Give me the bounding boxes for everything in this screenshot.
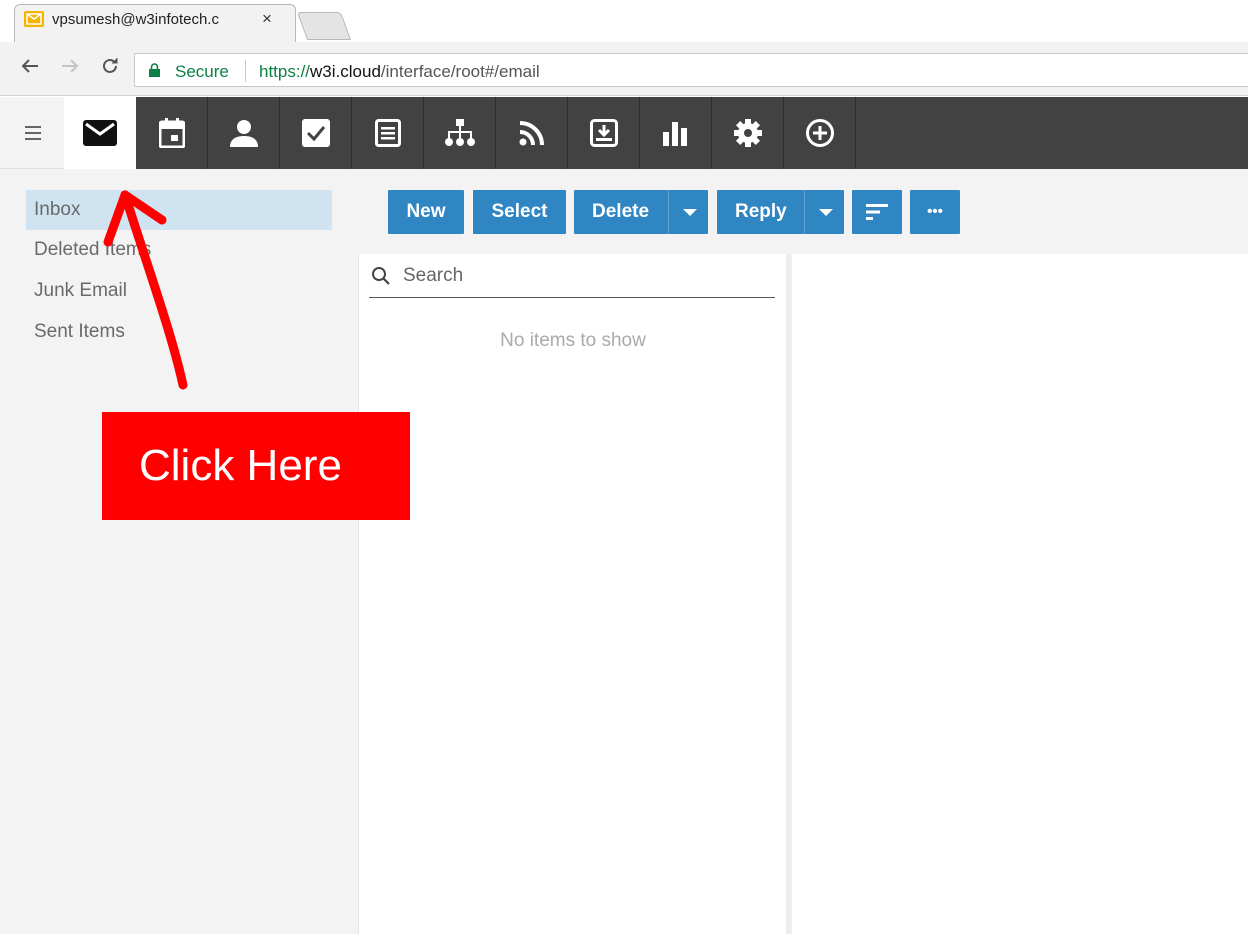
browser-tab-strip: vpsumesh@w3infotech.c × (0, 0, 1248, 44)
url-scheme: https:// (259, 62, 311, 81)
search-box (369, 254, 775, 298)
message-list-pane: No items to show (358, 254, 786, 934)
delete-split-button[interactable]: Delete (574, 190, 708, 234)
nav-email-button[interactable] (64, 97, 136, 169)
calendar-icon (158, 118, 185, 148)
add-icon (805, 119, 834, 147)
lock-icon (149, 63, 160, 77)
app-nav-bar (0, 97, 1248, 169)
nav-tasks-button[interactable] (280, 97, 352, 169)
tab-close-icon[interactable]: × (262, 9, 272, 29)
nav-notes-button[interactable] (352, 97, 424, 169)
sort-icon (866, 204, 888, 220)
archive-icon (589, 119, 618, 147)
delete-button-label: Delete (592, 201, 650, 222)
click-here-callout: Click Here (102, 412, 410, 520)
reply-dropdown-chevron-icon[interactable] (804, 190, 844, 234)
reading-pane (792, 254, 1248, 934)
new-tab-button[interactable] (296, 12, 352, 40)
omnibox-separator (245, 60, 246, 82)
reload-icon[interactable] (100, 56, 120, 82)
search-icon (372, 267, 390, 285)
secure-label: Secure (175, 62, 229, 81)
select-button[interactable]: Select (473, 190, 566, 234)
back-arrow-icon[interactable] (20, 56, 40, 82)
nav-rss-button[interactable] (496, 97, 568, 169)
nav-org-chart-button[interactable] (424, 97, 496, 169)
reply-button-label: Reply (735, 201, 787, 222)
url-text[interactable]: https://w3i.cloud/interface/root#/email (259, 62, 540, 82)
sort-button[interactable] (852, 190, 902, 234)
nav-archive-button[interactable] (568, 97, 640, 169)
mail-favicon-icon (24, 11, 44, 27)
tasks-icon (301, 119, 330, 147)
forward-arrow-icon[interactable] (60, 56, 80, 82)
envelope-icon (83, 120, 117, 146)
rss-icon (519, 121, 544, 146)
reports-icon (662, 122, 687, 146)
screen: vpsumesh@w3infotech.c × Secure https://w… (0, 0, 1248, 934)
address-bar[interactable]: Secure https://w3i.cloud/interface/root#… (134, 53, 1248, 87)
reply-split-button[interactable]: Reply (717, 190, 844, 234)
more-options-button[interactable]: ••• (910, 190, 960, 234)
search-input[interactable] (403, 262, 763, 290)
contacts-icon (229, 120, 258, 147)
empty-list-message: No items to show (500, 330, 646, 351)
url-path: /interface/root#/email (380, 62, 540, 81)
notes-icon (374, 119, 401, 147)
url-host: w3i.cloud (310, 62, 381, 81)
org-chart-icon (444, 119, 475, 146)
browser-tab-title: vpsumesh@w3infotech.c (52, 11, 247, 28)
red-arrow-annotation (103, 190, 188, 390)
hamburger-line (25, 138, 41, 140)
nav-add-button[interactable] (784, 97, 856, 169)
nav-settings-button[interactable] (712, 97, 784, 169)
settings-icon (733, 119, 762, 147)
nav-reports-button[interactable] (640, 97, 712, 169)
hamburger-menu-button[interactable] (0, 97, 64, 169)
browser-toolbar: Secure https://w3i.cloud/interface/root#… (0, 44, 1248, 96)
hamburger-line (25, 126, 41, 128)
hamburger-line (25, 132, 41, 134)
new-button[interactable]: New (388, 190, 464, 234)
delete-dropdown-chevron-icon[interactable] (668, 190, 708, 234)
action-toolbar: New Select Delete Reply ••• (358, 169, 1248, 254)
nav-contacts-button[interactable] (208, 97, 280, 169)
nav-calendar-button[interactable] (136, 97, 208, 169)
